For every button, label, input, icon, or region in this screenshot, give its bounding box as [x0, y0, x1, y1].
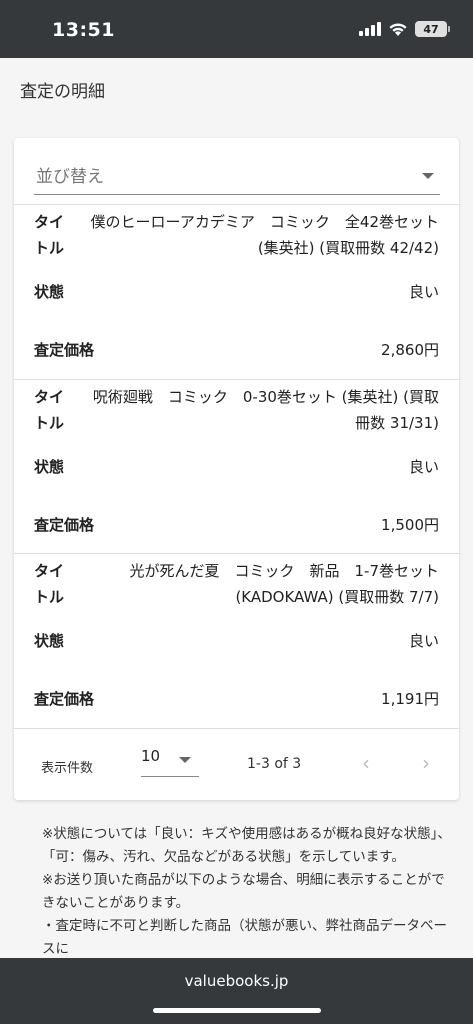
item-title: 僕のヒーローアカデミア コミック 全42巻セット (集英社) (買取冊数 42/… — [90, 213, 440, 257]
note-display: ※お送り頂いた商品が以下のような場合、明細に表示することができないことがあります… — [42, 872, 445, 911]
note-rejected: ・査定時に不可と判断した商品（状態が悪い、弊社商品データベースに — [42, 918, 447, 957]
item-title-row: タイトル 光が死んだ夏 コミック 新品 1-7巻セット (KADOKAWA) (… — [34, 558, 439, 612]
condition-label: 状態 — [34, 632, 65, 650]
item-price: 1,500円 — [381, 516, 439, 534]
per-page-value: 10 — [141, 747, 161, 765]
url-bar[interactable]: valuebooks.jp — [0, 972, 473, 990]
browser-bottom-bar: valuebooks.jp — [0, 958, 473, 1024]
condition-label: 状態 — [34, 458, 65, 476]
note-condition: ※状態については「良い：キズや使用感はあるが概ね良好な状態」、「可：傷み、汚れ、… — [42, 826, 451, 865]
list-item: タイトル 呪術廻戦 コミック 0-30巻セット (集英社) (買取冊数 31/3… — [14, 379, 459, 553]
appraisal-card: 並び替え タイトル 僕のヒーローアカデミア コミック 全42巻セット (集英社)… — [14, 138, 459, 800]
item-title: 呪術廻戦 コミック 0-30巻セット (集英社) (買取冊数 31/31) — [92, 388, 439, 432]
sort-select[interactable]: 並び替え — [34, 158, 440, 195]
chevron-down-icon — [422, 173, 434, 179]
status-time: 13:51 — [52, 19, 115, 41]
title-label: タイトル — [34, 213, 65, 257]
price-label: 査定価格 — [34, 516, 95, 534]
item-title: 光が死んだ夏 コミック 新品 1-7巻セット (KADOKAWA) (買取冊数 … — [129, 562, 439, 606]
per-page-select[interactable]: 10 — [141, 745, 199, 777]
item-condition: 良い — [408, 458, 439, 476]
list-item: タイトル 光が死んだ夏 コミック 新品 1-7巻セット (KADOKAWA) (… — [14, 553, 459, 728]
chevron-right-icon[interactable]: › — [416, 751, 436, 775]
wifi-icon — [389, 22, 407, 36]
per-page-label: 表示件数 — [41, 761, 94, 776]
item-title-row: タイトル 僕のヒーローアカデミア コミック 全42巻セット (集英社) (買取冊… — [34, 209, 439, 263]
list-item: タイトル 僕のヒーローアカデミア コミック 全42巻セット (集英社) (買取冊… — [14, 204, 459, 379]
condition-label: 状態 — [34, 283, 65, 301]
signal-icon — [359, 22, 381, 36]
chevron-down-icon — [179, 757, 191, 763]
sort-label: 並び替え — [36, 167, 104, 187]
item-condition: 良い — [408, 632, 439, 650]
range-text: 1-3 of 3 — [247, 756, 302, 772]
chevron-left-icon[interactable]: ‹ — [356, 751, 376, 775]
item-title-row: タイトル 呪術廻戦 コミック 0-30巻セット (集英社) (買取冊数 31/3… — [34, 384, 439, 438]
notes: ※状態については「良い：キズや使用感はあるが概ね良好な状態」、「可：傷み、汚れ、… — [42, 823, 452, 961]
item-condition: 良い — [408, 283, 439, 301]
title-label: タイトル — [34, 562, 65, 606]
price-label: 査定価格 — [34, 341, 95, 359]
battery-icon: 47 — [415, 21, 450, 37]
title-label: タイトル — [34, 388, 65, 432]
status-bar: 13:51 47 — [0, 0, 473, 58]
item-price: 1,191円 — [381, 690, 439, 708]
home-indicator[interactable] — [153, 1008, 321, 1013]
status-icons: 47 — [359, 21, 450, 37]
price-label: 査定価格 — [34, 690, 95, 708]
page-title: 査定の明細 — [20, 82, 105, 102]
pagination: 表示件数 10 1-3 of 3 ‹ › — [14, 728, 459, 800]
item-price: 2,860円 — [381, 341, 439, 359]
